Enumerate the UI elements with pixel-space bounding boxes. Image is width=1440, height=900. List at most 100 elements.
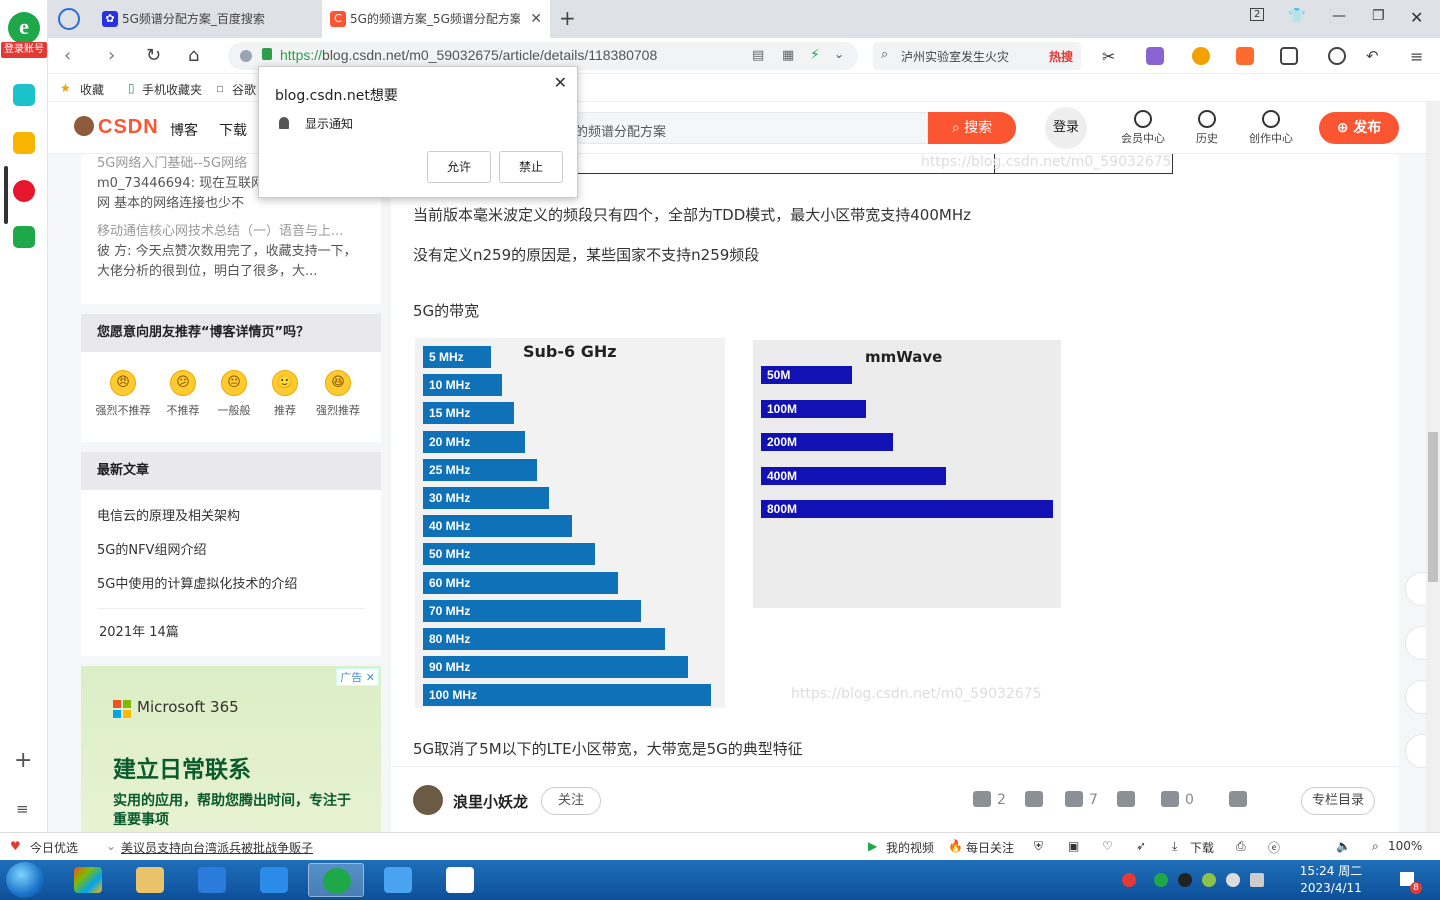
star-favorites-icon[interactable]: [13, 132, 35, 154]
csdn-search-button[interactable]: ⌕ 搜索: [928, 112, 1016, 144]
restore-button[interactable]: ❐: [1372, 8, 1385, 24]
login-button[interactable]: 登录: [1045, 107, 1087, 149]
vip-center-link[interactable]: 会员中心: [1113, 110, 1173, 146]
publish-button[interactable]: ⊕ 发布: [1319, 112, 1399, 144]
plus-health-icon[interactable]: [13, 84, 35, 106]
rocket-icon[interactable]: ➶: [1136, 839, 1146, 853]
network-tray-icon[interactable]: [1250, 873, 1264, 887]
login-account-tag[interactable]: 登录账号: [1, 42, 47, 58]
mail-icon[interactable]: [13, 226, 35, 248]
latest-article-link[interactable]: 电信云的原理及相关架构: [97, 500, 365, 534]
back-to-top-icon[interactable]: [1405, 734, 1426, 768]
dislike-button[interactable]: [1025, 791, 1049, 808]
follow-button[interactable]: 关注: [541, 787, 601, 815]
qq-icon[interactable]: [1178, 873, 1192, 887]
latest-article-link[interactable]: 5G中使用的计算虚拟化技术的介绍: [97, 568, 365, 602]
back-icon[interactable]: ‹: [64, 45, 71, 66]
search-query[interactable]: 泸州实验室发生火灾: [901, 48, 1009, 65]
my-video-link[interactable]: 我的视频: [886, 839, 934, 856]
phone-read-icon[interactable]: [1405, 572, 1426, 606]
daily-focus-link[interactable]: 每日关注: [966, 839, 1014, 856]
browser-logo-icon[interactable]: e: [8, 12, 40, 44]
feedback-icon[interactable]: [1405, 680, 1426, 714]
tab-csdn[interactable]: C 5G的频谱方案_5G频谱分配方案 ✕: [322, 0, 550, 38]
microsoft-ad[interactable]: 广告 ✕ Microsoft 365 建立日常联系 实用的应用，帮助您腾出时间，…: [81, 666, 381, 832]
weibo-icon[interactable]: [13, 180, 35, 202]
ad-tag[interactable]: 广告 ✕: [336, 668, 379, 686]
refresh-icon[interactable]: ↻: [146, 45, 161, 66]
heartbeat-icon[interactable]: ♡: [1102, 839, 1113, 853]
tab-count-badge[interactable]: 2: [1250, 8, 1265, 21]
taskbar-app-tiles[interactable]: [60, 863, 116, 897]
rating-recommend[interactable]: 🙂 推荐: [255, 370, 315, 418]
game-icon[interactable]: [1236, 47, 1254, 65]
today-picks[interactable]: 今日优选: [30, 839, 78, 856]
taskbar-folder-app[interactable]: [370, 863, 426, 897]
reward-button[interactable]: [1117, 791, 1141, 808]
navigate-arrow-icon[interactable]: [58, 8, 80, 30]
like-button[interactable]: 2: [973, 791, 1006, 808]
site-info-icon[interactable]: [240, 50, 252, 62]
close-icon[interactable]: ✕: [554, 73, 567, 92]
list-icon[interactable]: ≡: [16, 800, 29, 818]
bookmark-google[interactable]: 谷歌: [232, 81, 256, 98]
tab-close-icon[interactable]: ✕: [530, 0, 542, 38]
csdn-logo[interactable]: CSDN: [74, 116, 159, 139]
coin-icon[interactable]: [1192, 47, 1210, 65]
author-name[interactable]: 浪里小妖龙: [453, 791, 528, 812]
translate-icon[interactable]: [1146, 47, 1164, 65]
new-tab-button[interactable]: +: [559, 6, 576, 30]
image-icon[interactable]: ▣: [1068, 839, 1079, 853]
rating-strongly[interactable]: 😆 强烈推荐: [308, 370, 368, 418]
creator-center-link[interactable]: 创作中心: [1241, 110, 1301, 146]
tray-add-icon[interactable]: [1202, 873, 1216, 887]
block-button[interactable]: 禁止: [499, 151, 563, 183]
column-toc-button[interactable]: 专栏目录: [1301, 787, 1375, 815]
tab-baidu[interactable]: ✿ 5G频谱分配方案_百度搜索: [94, 0, 320, 38]
allow-button[interactable]: 允许: [427, 151, 491, 183]
taskbar-green-app[interactable]: [432, 863, 488, 897]
taskbar-word-app[interactable]: [246, 863, 302, 897]
rating-strongly-not[interactable]: 😠 强烈不推荐: [93, 370, 153, 418]
history-link[interactable]: 历史: [1177, 110, 1237, 146]
scissors-icon[interactable]: ✂: [1102, 47, 1120, 66]
browser-search-box[interactable]: ⌕ 泸州实验室发生火灾 热搜: [873, 42, 1081, 70]
bookmark-favorites[interactable]: 收藏: [80, 81, 104, 98]
tray-green-icon[interactable]: [1154, 873, 1168, 887]
chevron-down-icon[interactable]: ⌄: [834, 47, 844, 61]
qr-code-icon[interactable]: ▦: [782, 48, 794, 63]
reader-mode-icon[interactable]: ▤: [752, 48, 764, 63]
hot-search-label[interactable]: 热搜: [1049, 48, 1073, 65]
zoom-level[interactable]: 100%: [1388, 839, 1422, 853]
archive-year[interactable]: 2021年 14篇: [97, 608, 365, 648]
start-button[interactable]: [6, 862, 44, 898]
avatar[interactable]: [413, 785, 443, 815]
news-ticker[interactable]: 美议员支持向台湾派兵被批战争贩子: [121, 839, 313, 856]
taskbar-file-explorer[interactable]: [122, 863, 178, 897]
latest-article-link[interactable]: 5G的NFV组网介绍: [97, 534, 365, 568]
forward-icon[interactable]: ›: [108, 45, 115, 66]
sogou-ime-icon[interactable]: [1122, 873, 1136, 887]
scrollbar-thumb[interactable]: [1428, 432, 1438, 582]
taskbar-phone-app[interactable]: [184, 863, 240, 897]
comment-button[interactable]: 0: [1161, 791, 1194, 808]
brightness-icon[interactable]: [1328, 47, 1346, 65]
url-text[interactable]: https://blog.csdn.net/m0_59032675/articl…: [280, 47, 657, 63]
apps-grid-icon[interactable]: [1280, 47, 1298, 65]
favorite-button[interactable]: 7: [1065, 791, 1098, 808]
menu-icon[interactable]: ≡: [1410, 47, 1428, 66]
close-window-button[interactable]: ✕: [1410, 8, 1423, 27]
share-button[interactable]: [1229, 791, 1253, 808]
home-icon[interactable]: ⌂: [188, 45, 199, 66]
bookmark-mobile[interactable]: 手机收藏夹: [142, 81, 202, 98]
print-icon[interactable]: ⎙: [1236, 839, 1246, 854]
download-link[interactable]: 下载: [1190, 839, 1214, 856]
lightning-icon[interactable]: ⚡: [810, 47, 820, 63]
undo-icon[interactable]: ↶: [1366, 47, 1384, 65]
minimize-button[interactable]: —: [1332, 8, 1346, 24]
reward-icon[interactable]: [1405, 626, 1426, 660]
ie-icon[interactable]: ⓔ: [1268, 839, 1280, 856]
csdn-search-input[interactable]: 的频谱分配方案: [568, 112, 928, 144]
shirt-skin-icon[interactable]: 👕: [1288, 8, 1305, 24]
taskbar-browser[interactable]: [308, 863, 364, 897]
